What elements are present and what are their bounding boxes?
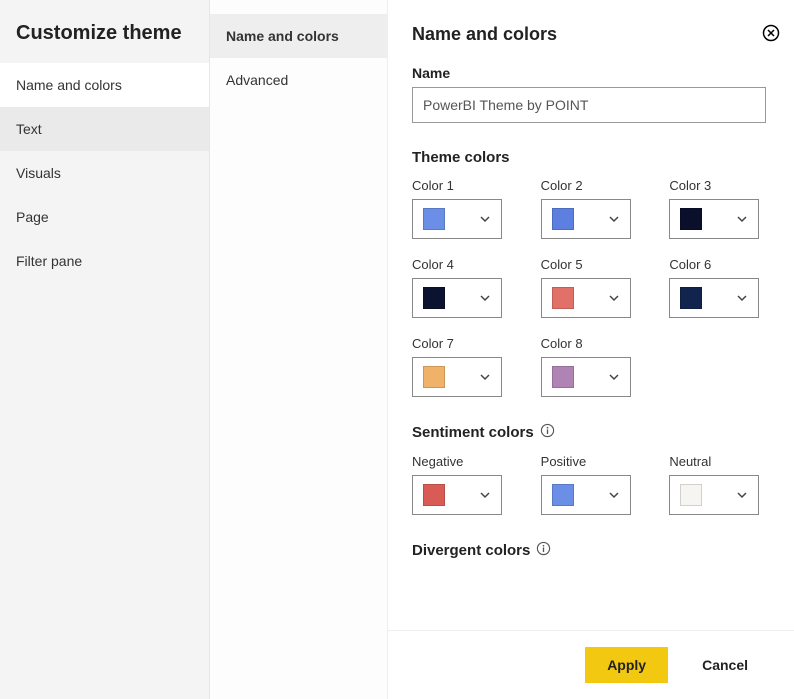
color-cell: Color 2: [541, 178, 638, 239]
theme-colors-grid: Color 1 Color 2 Color 3: [412, 178, 766, 397]
color-label: Color 2: [541, 178, 638, 193]
sidebar-item-visuals[interactable]: Visuals: [0, 151, 209, 195]
sidebar-item-filter-pane[interactable]: Filter pane: [0, 239, 209, 283]
chevron-down-icon: [479, 371, 491, 383]
color-picker-5[interactable]: [541, 278, 631, 318]
sidebar-item-label: Page: [16, 209, 49, 225]
chevron-down-icon: [608, 292, 620, 304]
chevron-down-icon: [479, 489, 491, 501]
color-cell: Color 4: [412, 257, 509, 318]
cancel-button[interactable]: Cancel: [680, 647, 770, 683]
divergent-colors-heading: Divergent colors: [412, 541, 766, 560]
color-label: Color 5: [541, 257, 638, 272]
sidebar-item-name-and-colors[interactable]: Name and colors: [0, 63, 209, 107]
sidebar-item-label: Text: [16, 121, 42, 137]
chevron-down-icon: [608, 371, 620, 383]
chevron-down-icon: [479, 213, 491, 225]
color-label: Color 3: [669, 178, 766, 193]
theme-name-input[interactable]: [412, 87, 766, 123]
close-icon: [762, 24, 780, 42]
sidebar-item-label: Filter pane: [16, 253, 82, 269]
sidebar-item-text[interactable]: Text: [0, 107, 209, 151]
settings-panel: Name and colors Name Theme colors Color …: [388, 0, 794, 699]
color-picker-1[interactable]: [412, 199, 502, 239]
color-cell: Color 5: [541, 257, 638, 318]
chevron-down-icon: [736, 489, 748, 501]
color-swatch: [423, 287, 445, 309]
sub-item-advanced[interactable]: Advanced: [210, 58, 387, 102]
color-cell: Negative: [412, 454, 509, 515]
customize-theme-dialog: Customize theme Name and colors Text Vis…: [0, 0, 794, 699]
sub-item-name-and-colors[interactable]: Name and colors: [210, 14, 387, 58]
sentiment-colors-grid: Negative Positive Neutral: [412, 454, 766, 515]
sub-item-label: Name and colors: [226, 28, 339, 44]
color-cell: Color 6: [669, 257, 766, 318]
color-picker-6[interactable]: [669, 278, 759, 318]
color-swatch: [680, 484, 702, 506]
chevron-down-icon: [736, 292, 748, 304]
color-swatch: [423, 484, 445, 506]
info-icon[interactable]: [536, 541, 551, 560]
color-label: Color 4: [412, 257, 509, 272]
color-label: Color 6: [669, 257, 766, 272]
color-label: Neutral: [669, 454, 766, 469]
color-cell: Color 3: [669, 178, 766, 239]
color-label: Color 8: [541, 336, 638, 351]
color-picker-negative[interactable]: [412, 475, 502, 515]
color-label: Color 7: [412, 336, 509, 351]
color-label: Positive: [541, 454, 638, 469]
theme-colors-heading: Theme colors: [412, 149, 766, 166]
chevron-down-icon: [608, 213, 620, 225]
sub-item-label: Advanced: [226, 72, 288, 88]
color-swatch: [423, 208, 445, 230]
color-swatch: [552, 484, 574, 506]
sentiment-colors-heading: Sentiment colors: [412, 423, 766, 442]
color-swatch: [423, 366, 445, 388]
color-swatch: [680, 208, 702, 230]
info-icon[interactable]: [540, 423, 555, 442]
color-cell: Positive: [541, 454, 638, 515]
color-swatch: [552, 208, 574, 230]
color-picker-4[interactable]: [412, 278, 502, 318]
color-cell: Color 1: [412, 178, 509, 239]
dialog-footer: Apply Cancel: [388, 630, 794, 699]
dialog-title: Customize theme: [0, 0, 209, 63]
panel-title: Name and colors: [412, 24, 766, 45]
sidebar-item-page[interactable]: Page: [0, 195, 209, 239]
sidebar-item-label: Name and colors: [16, 77, 122, 93]
color-swatch: [680, 287, 702, 309]
color-cell: Neutral: [669, 454, 766, 515]
color-picker-8[interactable]: [541, 357, 631, 397]
color-swatch: [552, 287, 574, 309]
color-picker-2[interactable]: [541, 199, 631, 239]
color-picker-7[interactable]: [412, 357, 502, 397]
apply-button[interactable]: Apply: [585, 647, 668, 683]
sidebar-item-label: Visuals: [16, 165, 61, 181]
category-sidebar: Customize theme Name and colors Text Vis…: [0, 0, 210, 699]
chevron-down-icon: [736, 213, 748, 225]
close-button[interactable]: [762, 24, 780, 42]
color-picker-neutral[interactable]: [669, 475, 759, 515]
color-picker-3[interactable]: [669, 199, 759, 239]
subcategory-sidebar: Name and colors Advanced: [210, 0, 388, 699]
chevron-down-icon: [479, 292, 491, 304]
color-swatch: [552, 366, 574, 388]
color-cell: Color 8: [541, 336, 638, 397]
color-label: Color 1: [412, 178, 509, 193]
color-label: Negative: [412, 454, 509, 469]
chevron-down-icon: [608, 489, 620, 501]
color-cell: Color 7: [412, 336, 509, 397]
name-label: Name: [412, 65, 766, 81]
color-picker-positive[interactable]: [541, 475, 631, 515]
